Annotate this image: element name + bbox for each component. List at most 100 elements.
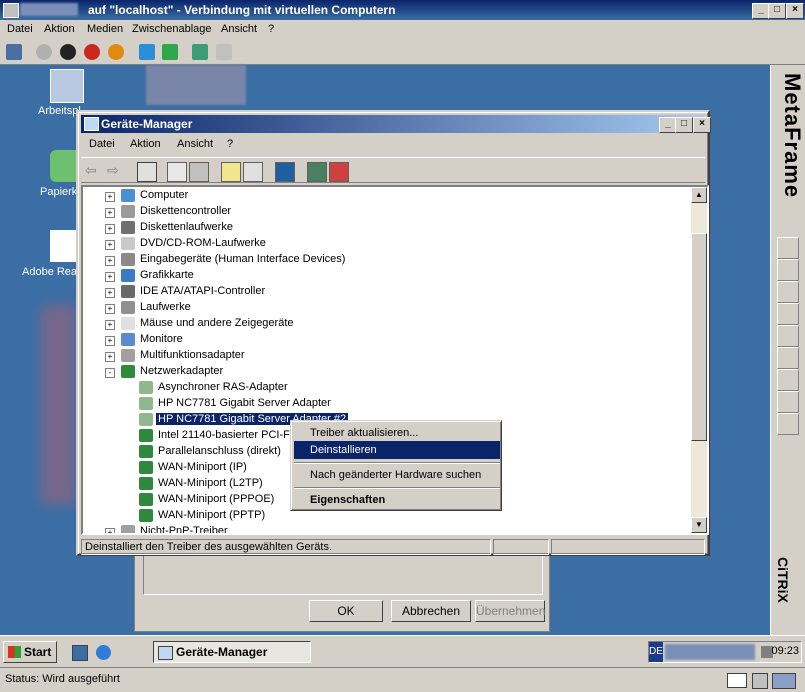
- revert-icon[interactable]: [216, 44, 232, 60]
- tree-item[interactable]: + Grafikkarte: [83, 268, 683, 284]
- dm-menu-ansicht[interactable]: Ansicht: [177, 138, 213, 150]
- quicklaunch-ie-icon[interactable]: [96, 645, 111, 660]
- show-hide-console-icon[interactable]: [137, 162, 157, 182]
- action-pane-icon[interactable]: [243, 162, 263, 182]
- ctx-properties[interactable]: Eigenschaften: [294, 491, 500, 509]
- computer-icon[interactable]: [50, 69, 84, 103]
- expand-icon[interactable]: +: [105, 240, 115, 250]
- expand-icon[interactable]: +: [105, 208, 115, 218]
- snapshot-icon[interactable]: [192, 44, 208, 60]
- tree-item[interactable]: Asynchroner RAS-Adapter: [83, 380, 683, 396]
- properties-icon[interactable]: [167, 162, 187, 182]
- tree-item[interactable]: + Eingabegeräte (Human Interface Devices): [83, 252, 683, 268]
- maximize-button[interactable]: □: [768, 3, 786, 19]
- expand-icon[interactable]: +: [105, 272, 115, 282]
- scroll-thumb[interactable]: [691, 233, 707, 441]
- update-driver-icon[interactable]: [307, 162, 327, 182]
- close-button[interactable]: ×: [786, 3, 804, 19]
- tree-item[interactable]: + IDE ATA/ATAPI-Controller: [83, 284, 683, 300]
- scroll-up-icon[interactable]: ▲: [691, 187, 707, 203]
- system-tray: DE 09:23: [648, 641, 802, 663]
- dm-menu-datei[interactable]: Datei: [89, 138, 115, 150]
- expand-icon[interactable]: +: [105, 192, 115, 202]
- tree-item-label: Eingabegeräte (Human Interface Devices): [140, 253, 346, 265]
- dm-maximize-button[interactable]: □: [675, 117, 693, 133]
- pause-icon[interactable]: [139, 44, 155, 60]
- panel-tool-icon[interactable]: [777, 325, 799, 347]
- power-off-grey-icon[interactable]: [36, 44, 52, 60]
- collapse-icon[interactable]: -: [105, 368, 115, 378]
- tree-item[interactable]: - Netzwerkadapter: [83, 364, 683, 380]
- expand-icon[interactable]: +: [105, 320, 115, 330]
- ctx-scan-hardware[interactable]: Nach geänderter Hardware suchen: [294, 466, 500, 484]
- print-icon[interactable]: [189, 162, 209, 182]
- help-icon[interactable]: [221, 162, 241, 182]
- menu-medien[interactable]: Medien: [87, 23, 123, 35]
- tree-item[interactable]: + Multifunktionsadapter: [83, 348, 683, 364]
- power-icon[interactable]: [108, 44, 124, 60]
- ctx-uninstall[interactable]: Deinstallieren: [294, 441, 500, 459]
- tree-item[interactable]: + Laufwerke: [83, 300, 683, 316]
- panel-tool-icon[interactable]: [777, 237, 799, 259]
- panel-tool-icon[interactable]: [777, 369, 799, 391]
- ctrl-alt-del-icon[interactable]: [6, 44, 22, 60]
- menu-help[interactable]: ?: [268, 23, 274, 35]
- dm-menu-help[interactable]: ?: [227, 138, 233, 150]
- dm-status-text: Deinstalliert den Treiber des ausgewählt…: [81, 539, 491, 555]
- scan-hardware-icon[interactable]: [275, 162, 295, 182]
- panel-tool-icon[interactable]: [777, 303, 799, 325]
- dm-status-bar: Deinstalliert den Treiber des ausgewählt…: [81, 538, 709, 556]
- folder-icon[interactable]: [777, 413, 799, 435]
- expand-icon[interactable]: +: [105, 224, 115, 234]
- ctx-update-driver[interactable]: Treiber aktualisieren...: [294, 424, 500, 442]
- cancel-button[interactable]: Abbrechen: [391, 600, 471, 622]
- panel-tool-icon[interactable]: [777, 391, 799, 413]
- uninstall-icon[interactable]: [329, 162, 349, 182]
- dm-close-button[interactable]: ×: [693, 117, 711, 133]
- quicklaunch-desktop-icon[interactable]: [72, 645, 88, 661]
- back-arrow-icon[interactable]: ⇦: [85, 162, 103, 180]
- dm-menu-aktion[interactable]: Aktion: [130, 138, 161, 150]
- expand-icon[interactable]: +: [105, 528, 115, 533]
- tree-item[interactable]: + Diskettencontroller: [83, 204, 683, 220]
- taskbar-device-manager[interactable]: Geräte-Manager: [153, 641, 311, 663]
- tree-item-label: Monitore: [140, 333, 183, 345]
- menu-aktion[interactable]: Aktion: [44, 23, 75, 35]
- start-button[interactable]: Start: [3, 641, 57, 663]
- stop-icon[interactable]: [60, 44, 76, 60]
- menu-zwischenablage[interactable]: Zwischenablage: [132, 23, 212, 35]
- panel-tool-icon[interactable]: [777, 259, 799, 281]
- scroll-down-icon[interactable]: ▼: [691, 517, 707, 533]
- resume-icon[interactable]: [162, 44, 178, 60]
- menu-ansicht[interactable]: Ansicht: [221, 23, 257, 35]
- clock: 09:23: [771, 645, 799, 657]
- desktop-icon-label[interactable]: Adobe Rea: [22, 266, 77, 278]
- expand-icon[interactable]: +: [105, 352, 115, 362]
- apply-button[interactable]: Übernehmen: [475, 600, 545, 622]
- ok-button[interactable]: OK: [309, 600, 383, 622]
- expand-icon[interactable]: +: [105, 336, 115, 346]
- tree-item[interactable]: + Computer: [83, 188, 683, 204]
- tree-item-label: WAN-Miniport (PPPOE): [158, 493, 275, 505]
- panel-tool-icon[interactable]: [777, 347, 799, 369]
- tree-item[interactable]: HP NC7781 Gigabit Server Adapter: [83, 396, 683, 412]
- expand-icon[interactable]: +: [105, 256, 115, 266]
- expand-icon[interactable]: +: [105, 288, 115, 298]
- language-indicator[interactable]: DE: [649, 642, 663, 662]
- expand-icon[interactable]: +: [105, 304, 115, 314]
- tree-item[interactable]: + Mäuse und andere Zeigegeräte: [83, 316, 683, 332]
- panel-tool-icon[interactable]: [777, 281, 799, 303]
- tree-item[interactable]: + Diskettenlaufwerke: [83, 220, 683, 236]
- vertical-scrollbar[interactable]: ▲ ▼: [691, 187, 707, 533]
- tree-item[interactable]: + DVD/CD-ROM-Laufwerke: [83, 236, 683, 252]
- desktop-icon-label[interactable]: Arbeitspl: [38, 105, 81, 117]
- forward-arrow-icon[interactable]: ⇨: [107, 162, 125, 180]
- desktop-icon-label[interactable]: Papierk: [40, 186, 77, 198]
- tree-item[interactable]: + Monitore: [83, 332, 683, 348]
- vm-status-text: Status: Wird ausgeführt: [5, 673, 120, 685]
- menu-datei[interactable]: Datei: [7, 23, 33, 35]
- shutdown-icon[interactable]: [84, 44, 100, 60]
- tree-item[interactable]: + Nicht-PnP-Treiber: [83, 524, 683, 533]
- tree-item-label: Parallelanschluss (direkt): [158, 445, 281, 457]
- disk-drive-icon: [121, 301, 135, 314]
